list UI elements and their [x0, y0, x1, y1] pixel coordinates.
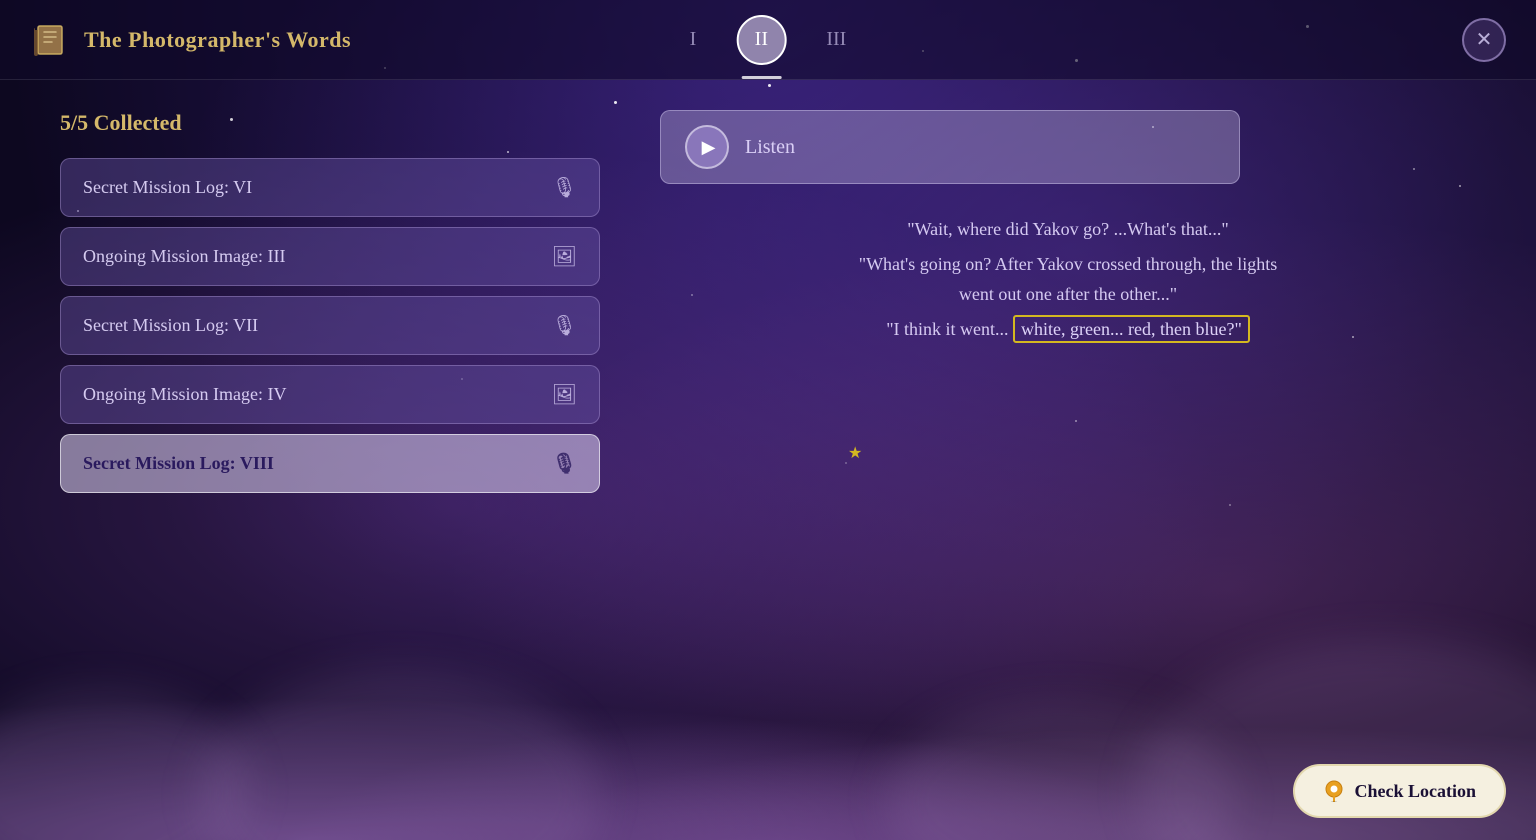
log-item-5-label: Secret Mission Log: VIII [83, 453, 274, 474]
log-item-4[interactable]: Ongoing Mission Image: IV 🖼 [60, 365, 600, 424]
chapter-tab-3[interactable]: III [826, 28, 846, 51]
play-circle: ▶ [685, 125, 729, 169]
image-icon-1: 🖼 [552, 244, 577, 269]
transcript-line4: "I think it went... white, green... red,… [680, 314, 1456, 345]
transcript-prefix: "I think it went... [886, 319, 1013, 339]
log-item-3-label: Secret Mission Log: VII [83, 315, 258, 336]
chapter-2-underline [741, 76, 781, 79]
chapter-tabs: I II III [690, 15, 847, 65]
chapter-2-circle: II [736, 15, 786, 65]
transcript-line1: "Wait, where did Yakov go? ...What's tha… [680, 214, 1456, 245]
mic-icon-2: 🎙 [552, 313, 577, 338]
listen-button[interactable]: ▶ Listen [660, 110, 1240, 184]
log-item-5[interactable]: Secret Mission Log: VIII 🎙 [60, 434, 600, 493]
header: The Photographer's Words I II III ✕ [0, 0, 1536, 80]
log-item-4-label: Ongoing Mission Image: IV [83, 384, 286, 405]
right-panel: ▶ Listen "Wait, where did Yakov go? ...W… [660, 110, 1476, 810]
main-content: 5/5 Collected Secret Mission Log: VI 🎙 O… [0, 80, 1536, 840]
collected-label: 5/5 Collected [60, 110, 600, 136]
transcript-line3: went out one after the other..." [680, 279, 1456, 310]
transcript-line2: "What's going on? After Yakov crossed th… [680, 249, 1456, 280]
play-icon: ▶ [702, 137, 716, 158]
log-list: Secret Mission Log: VI 🎙 Ongoing Mission… [60, 158, 600, 493]
mic-icon-1: 🎙 [552, 175, 577, 200]
cursor-star: ★ [848, 443, 864, 459]
transcript: "Wait, where did Yakov go? ...What's tha… [660, 214, 1476, 344]
transcript-highlighted: white, green... red, then blue?" [1013, 315, 1250, 343]
listen-label: Listen [745, 136, 795, 159]
book-icon [30, 20, 70, 60]
check-location-button[interactable]: Check Location [1293, 764, 1507, 818]
location-pin-icon [1323, 780, 1345, 802]
image-icon-2: 🖼 [552, 382, 577, 407]
left-panel: 5/5 Collected Secret Mission Log: VI 🎙 O… [60, 110, 600, 810]
close-button[interactable]: ✕ [1462, 18, 1506, 62]
log-item-3[interactable]: Secret Mission Log: VII 🎙 [60, 296, 600, 355]
chapter-tab-2[interactable]: II [736, 15, 786, 65]
mic-icon-3: 🎙 [552, 451, 577, 476]
log-item-2-label: Ongoing Mission Image: III [83, 246, 285, 267]
log-item-1[interactable]: Secret Mission Log: VI 🎙 [60, 158, 600, 217]
page-title: The Photographer's Words [84, 27, 351, 53]
log-item-2[interactable]: Ongoing Mission Image: III 🖼 [60, 227, 600, 286]
header-left: The Photographer's Words [30, 20, 351, 60]
log-item-1-label: Secret Mission Log: VI [83, 177, 252, 198]
chapter-tab-1[interactable]: I [690, 28, 697, 51]
check-location-label: Check Location [1355, 781, 1477, 802]
